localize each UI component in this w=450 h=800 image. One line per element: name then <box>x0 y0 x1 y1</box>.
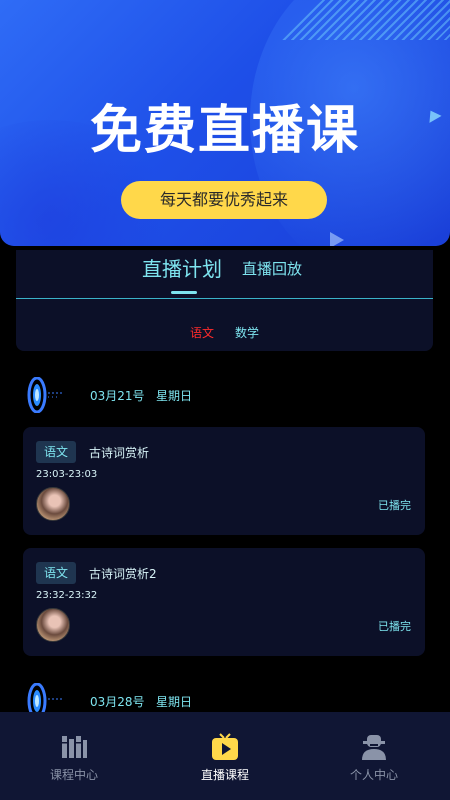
hero-title: 免费直播课 <box>89 101 360 161</box>
play-icon <box>330 232 344 246</box>
live-course-card[interactable]: 语文 古诗词赏析2 23:32-23:32 已播完 <box>23 548 425 656</box>
date-label: 03月28号 星期日 <box>90 695 193 709</box>
status-badge: 已播完 <box>378 499 411 512</box>
course-title: 古诗词赏析 <box>89 446 150 460</box>
teacher-avatar <box>36 608 70 642</box>
books-icon <box>62 736 87 758</box>
tab-indicator <box>171 291 197 294</box>
portal-icon <box>27 377 64 413</box>
live-course-card[interactable]: 语文 古诗词赏析 23:03-23:03 已播完 <box>23 427 425 535</box>
tab-live-plan[interactable]: 直播计划 <box>142 253 222 282</box>
tab-live-replay[interactable]: 直播回放 <box>242 258 302 279</box>
hero-slogan-button[interactable]: 每天都要优秀起来 <box>121 181 327 219</box>
live-plan-panel: 直播计划 直播回放 语文 数学 <box>16 250 433 351</box>
bottom-tab-bar: 课程中心 直播课程 个人中心 <box>0 712 450 800</box>
status-badge: 已播完 <box>378 620 411 633</box>
tab-label: 直播课程 <box>200 768 249 782</box>
hero-banner: 免费直播课 每天都要优秀起来 <box>0 0 450 246</box>
subject-tag: 语文 <box>36 441 76 463</box>
tab-live-courses[interactable]: 直播课程 <box>165 732 285 783</box>
course-title: 古诗词赏析2 <box>89 567 157 581</box>
subject-tag: 语文 <box>36 562 76 584</box>
course-time: 23:32-23:32 <box>36 590 98 601</box>
user-icon <box>362 735 386 760</box>
subject-filter-math[interactable]: 数学 <box>235 324 259 341</box>
tab-label: 个人中心 <box>349 768 398 782</box>
date-label: 03月21号 星期日 <box>90 389 193 403</box>
date-header: 03月21号 星期日 <box>24 377 324 413</box>
tv-play-icon <box>212 733 238 760</box>
tab-label: 课程中心 <box>49 768 98 782</box>
subject-filter-chinese[interactable]: 语文 <box>190 324 214 341</box>
tab-personal-center[interactable]: 个人中心 <box>314 732 434 783</box>
course-time: 23:03-23:03 <box>36 469 98 480</box>
tab-divider <box>16 298 433 299</box>
tab-course-center[interactable]: 课程中心 <box>14 732 134 783</box>
teacher-avatar <box>36 487 70 521</box>
